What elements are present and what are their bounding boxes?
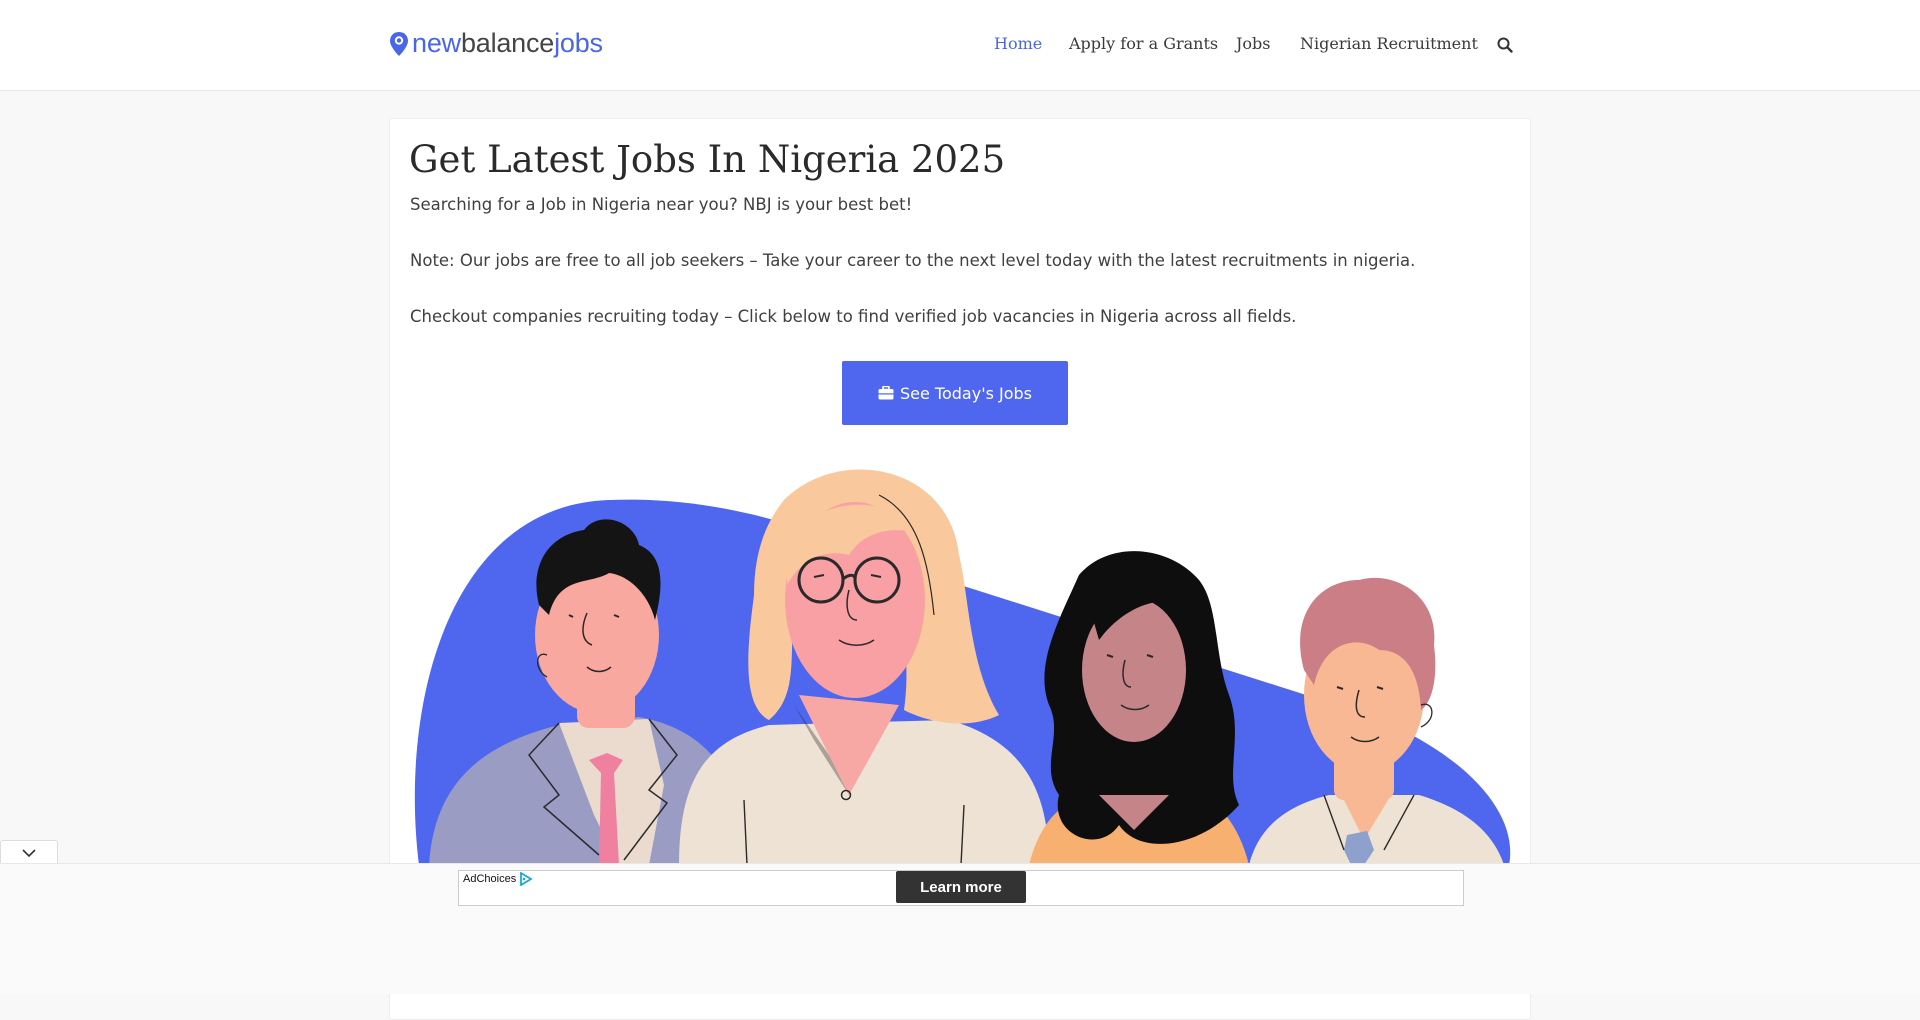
- intro-paragraph: Searching for a Job in Nigeria near you?…: [410, 195, 913, 214]
- chevron-down-icon: [22, 848, 36, 857]
- ad-banner-bar: AdChoices Learn more: [0, 863, 1920, 994]
- nav-apply-grants[interactable]: Apply for a Grants: [1069, 34, 1218, 53]
- nav-jobs[interactable]: Jobs: [1236, 34, 1271, 53]
- see-todays-jobs-button[interactable]: See Today's Jobs: [842, 361, 1068, 425]
- adchoices-icon: [520, 872, 533, 886]
- search-icon[interactable]: [1496, 36, 1514, 54]
- site-header: new balance jobs Home Apply for a Grants J…: [0, 0, 1920, 91]
- briefcase-icon: [878, 386, 894, 400]
- nav-home[interactable]: Home: [994, 34, 1042, 53]
- adchoices-label: AdChoices: [463, 873, 517, 885]
- ad-collapse-toggle[interactable]: [0, 840, 58, 864]
- adchoices-link[interactable]: AdChoices: [463, 872, 533, 886]
- checkout-paragraph: Checkout companies recruiting today – Cl…: [410, 307, 1297, 326]
- note-paragraph: Note: Our jobs are free to all job seeke…: [410, 251, 1416, 270]
- see-todays-jobs-label: See Today's Jobs: [899, 383, 1033, 403]
- page-title: Get Latest Jobs In Nigeria 2025: [409, 138, 1006, 181]
- main-nav: Home Apply for a Grants Jobs Nigerian Re…: [0, 34, 1920, 58]
- woman-curly-figure: [1029, 551, 1249, 865]
- ad-box: AdChoices Learn more: [458, 870, 1464, 906]
- nav-nigerian-recruitment[interactable]: Nigerian Recruitment: [1300, 34, 1478, 53]
- learn-more-button[interactable]: Learn more: [896, 871, 1026, 903]
- hero-illustration: [414, 469, 1511, 865]
